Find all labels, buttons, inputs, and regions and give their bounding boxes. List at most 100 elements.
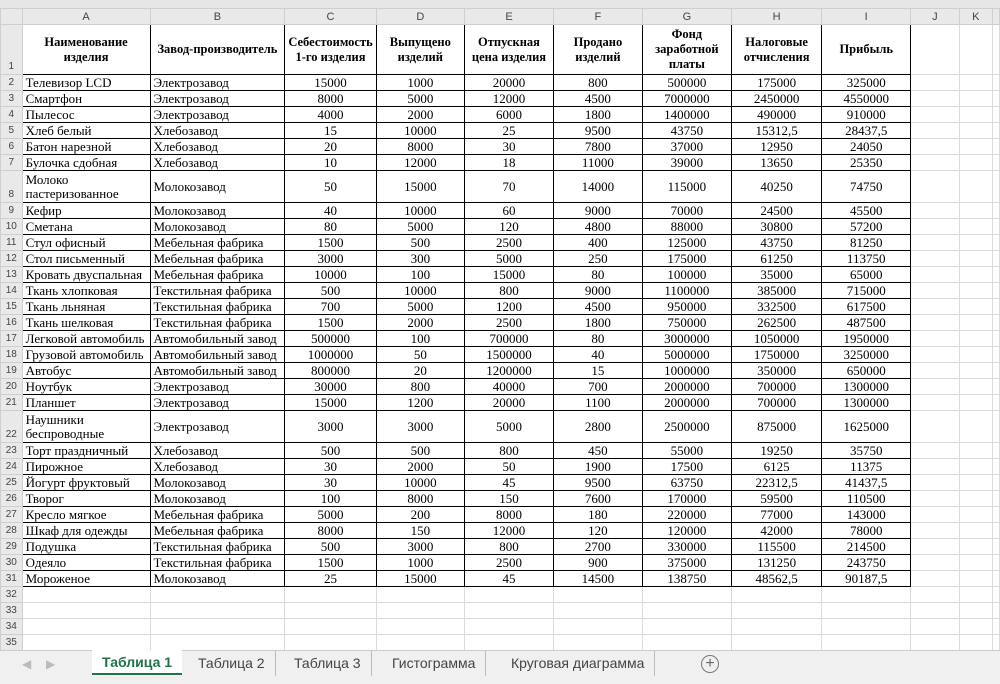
value-cell[interactable]: 12950 (730, 138, 823, 155)
value-cell[interactable]: 1200 (463, 298, 555, 315)
factory-cell[interactable]: Автомобильный завод (149, 346, 286, 363)
cell[interactable] (910, 474, 960, 491)
value-cell[interactable]: 1500000 (463, 346, 555, 363)
value-cell[interactable]: 15000 (375, 570, 465, 587)
factory-cell[interactable]: Текстильная фабрика (149, 298, 286, 315)
cell[interactable] (641, 586, 732, 603)
value-cell[interactable]: 100 (375, 330, 465, 347)
cell[interactable] (992, 618, 1000, 635)
value-cell[interactable]: 2500 (463, 554, 555, 571)
value-cell[interactable]: 115500 (730, 538, 823, 555)
value-cell[interactable]: 1050000 (730, 330, 823, 347)
product-name-cell[interactable]: Смартфон (21, 90, 151, 107)
cell[interactable] (958, 410, 994, 443)
row-header[interactable]: 15 (0, 298, 23, 315)
value-cell[interactable]: 6125 (730, 458, 823, 475)
cell[interactable] (992, 202, 1000, 219)
value-cell[interactable]: 4800 (553, 218, 643, 235)
value-cell[interactable]: 70000 (641, 202, 732, 219)
value-cell[interactable]: 40 (284, 202, 377, 219)
cell[interactable] (958, 106, 994, 123)
value-cell[interactable]: 40250 (730, 170, 823, 203)
product-name-cell[interactable]: Ноутбук (21, 378, 151, 395)
column-header-i[interactable]: I (821, 8, 912, 25)
value-cell[interactable]: 43750 (641, 122, 732, 139)
cell[interactable] (910, 634, 960, 651)
column-header-f[interactable]: F (553, 8, 643, 25)
product-name-cell[interactable]: Стул офисный (21, 234, 151, 251)
value-cell[interactable]: 1500 (284, 234, 377, 251)
value-cell[interactable]: 1750000 (730, 346, 823, 363)
value-cell[interactable]: 30800 (730, 218, 823, 235)
value-cell[interactable]: 50 (375, 346, 465, 363)
value-cell[interactable]: 1200000 (463, 362, 555, 379)
cell[interactable] (992, 24, 1000, 75)
value-cell[interactable]: 4550000 (821, 90, 912, 107)
factory-cell[interactable]: Хлебозавод (149, 138, 286, 155)
value-cell[interactable]: 150 (375, 522, 465, 539)
factory-cell[interactable]: Текстильная фабрика (149, 314, 286, 331)
cell[interactable] (910, 346, 960, 363)
cell[interactable] (992, 218, 1000, 235)
value-cell[interactable]: 45 (463, 570, 555, 587)
cell[interactable] (910, 282, 960, 299)
product-name-cell[interactable]: Булочка сдобная (21, 154, 151, 171)
cell[interactable] (910, 570, 960, 587)
value-cell[interactable]: 55000 (641, 442, 732, 459)
product-name-cell[interactable]: Подушка (21, 538, 151, 555)
cell[interactable] (958, 346, 994, 363)
value-cell[interactable]: 1000 (375, 554, 465, 571)
column-header-h[interactable]: H (730, 8, 823, 25)
value-cell[interactable]: 8000 (375, 490, 465, 507)
cell[interactable] (821, 618, 912, 635)
value-cell[interactable]: 375000 (641, 554, 732, 571)
value-cell[interactable]: 110500 (821, 490, 912, 507)
value-cell[interactable]: 9000 (553, 202, 643, 219)
cell[interactable] (910, 618, 960, 635)
value-cell[interactable]: 200 (375, 506, 465, 523)
factory-cell[interactable]: Текстильная фабрика (149, 282, 286, 299)
value-cell[interactable]: 500 (284, 282, 377, 299)
value-cell[interactable]: 15000 (375, 170, 465, 203)
cell[interactable] (992, 138, 1000, 155)
value-cell[interactable]: 25 (284, 570, 377, 587)
value-cell[interactable]: 8000 (375, 138, 465, 155)
value-cell[interactable]: 800000 (284, 362, 377, 379)
factory-cell[interactable]: Автомобильный завод (149, 330, 286, 347)
cell[interactable] (992, 506, 1000, 523)
value-cell[interactable]: 18 (463, 154, 555, 171)
cell[interactable] (284, 586, 377, 603)
cell[interactable] (910, 250, 960, 267)
value-cell[interactable]: 2450000 (730, 90, 823, 107)
value-cell[interactable]: 42000 (730, 522, 823, 539)
product-name-cell[interactable]: Шкаф для одежды (21, 522, 151, 539)
value-cell[interactable]: 3000 (284, 250, 377, 267)
factory-cell[interactable]: Мебельная фабрика (149, 506, 286, 523)
cell[interactable] (958, 122, 994, 139)
value-cell[interactable]: 350000 (730, 362, 823, 379)
cell[interactable] (910, 298, 960, 315)
cell[interactable] (958, 634, 994, 651)
value-cell[interactable]: 1800 (553, 106, 643, 123)
cell[interactable] (375, 586, 465, 603)
value-cell[interactable]: 3000 (375, 410, 465, 443)
add-sheet-icon[interactable]: + (701, 655, 719, 673)
value-cell[interactable]: 43750 (730, 234, 823, 251)
value-cell[interactable]: 80 (553, 266, 643, 283)
value-cell[interactable]: 5000000 (641, 346, 732, 363)
value-cell[interactable]: 1000000 (284, 346, 377, 363)
factory-cell[interactable]: Мебельная фабрика (149, 234, 286, 251)
row-header[interactable]: 25 (0, 474, 23, 491)
value-cell[interactable]: 19250 (730, 442, 823, 459)
value-cell[interactable]: 2800 (553, 410, 643, 443)
value-cell[interactable]: 39000 (641, 154, 732, 171)
cell[interactable] (463, 618, 555, 635)
value-cell[interactable]: 1100000 (641, 282, 732, 299)
value-cell[interactable]: 12000 (463, 522, 555, 539)
product-name-cell[interactable]: Ткань шелковая (21, 314, 151, 331)
value-cell[interactable]: 24050 (821, 138, 912, 155)
cell[interactable] (958, 282, 994, 299)
product-name-cell[interactable]: Хлеб белый (21, 122, 151, 139)
value-cell[interactable]: 35000 (730, 266, 823, 283)
row-header[interactable]: 16 (0, 314, 23, 331)
